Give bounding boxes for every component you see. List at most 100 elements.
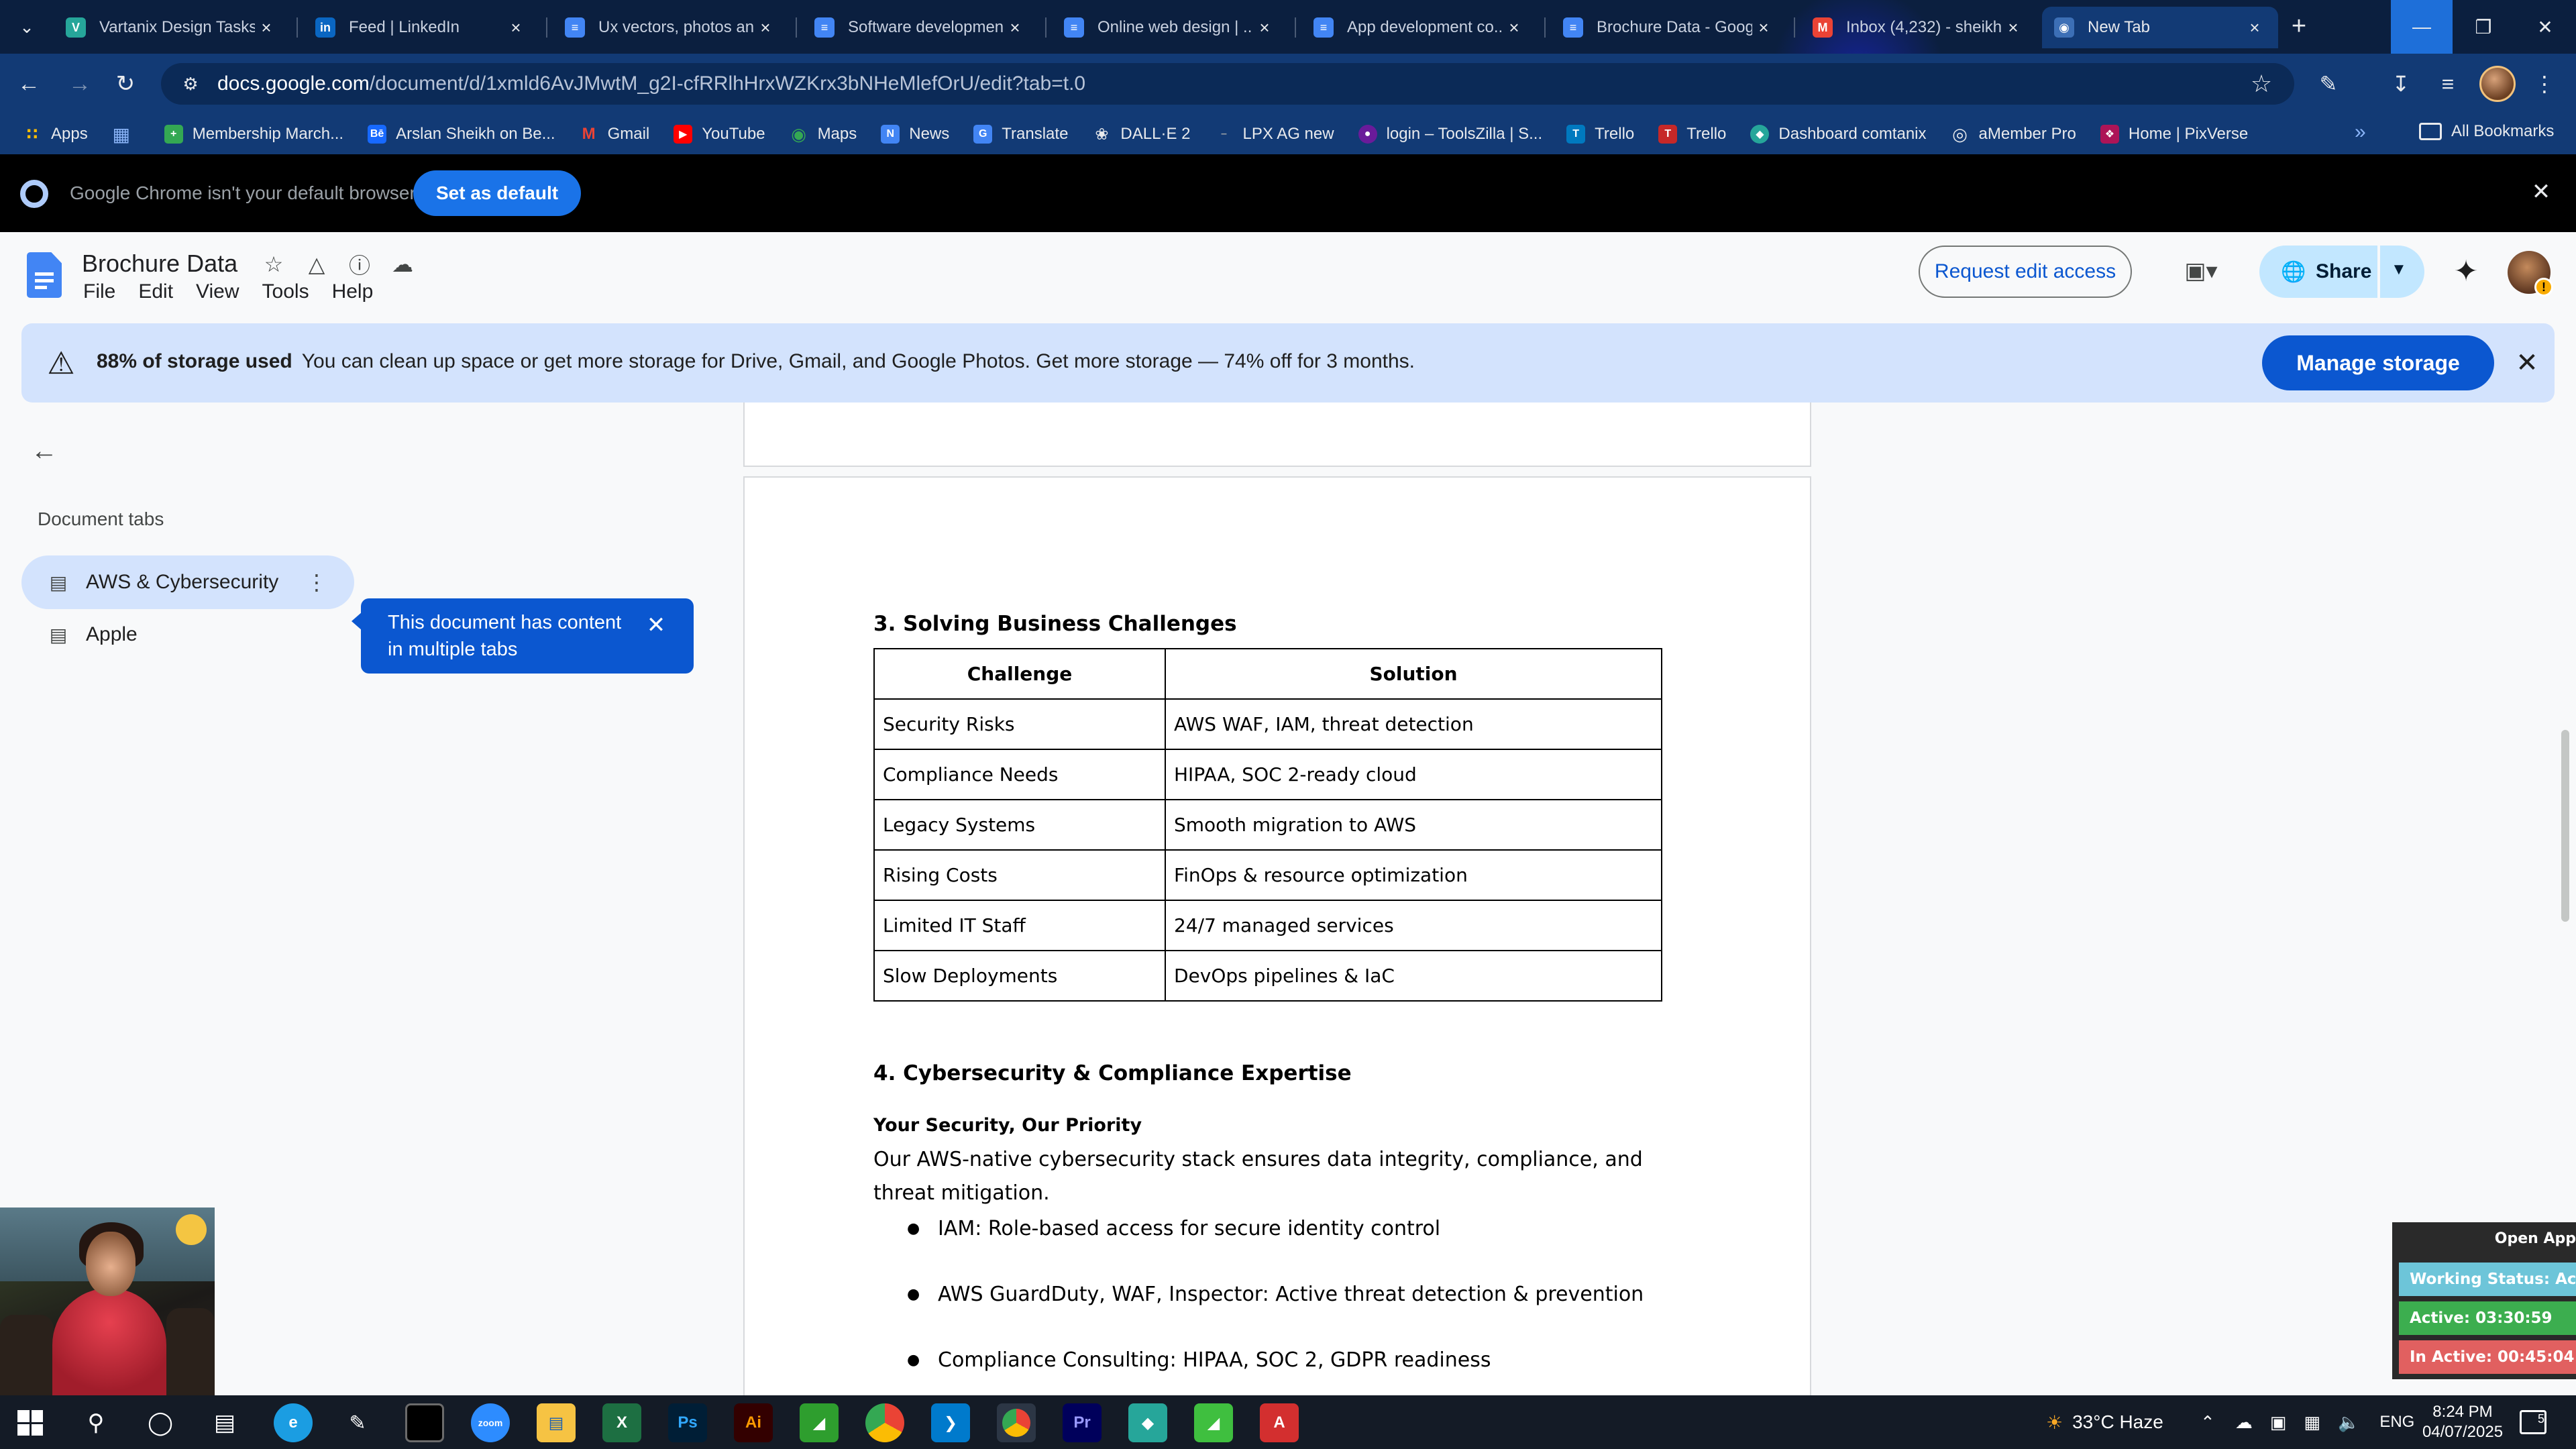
green-app-2-icon[interactable]: ◢: [1194, 1403, 1233, 1442]
camera-icon[interactable]: ▣: [2270, 1412, 2287, 1433]
browser-tab-brochure-data[interactable]: ≡ Brochure Data - Google Docs ×: [1551, 7, 1787, 48]
star-icon[interactable]: ☆: [259, 250, 288, 279]
tooltip-close-icon[interactable]: ✕: [643, 612, 669, 639]
close-tab-icon[interactable]: ×: [1503, 17, 1525, 38]
downloads-icon[interactable]: ↧: [2384, 67, 2418, 101]
chrome-active-icon[interactable]: [997, 1403, 1036, 1442]
move-to-drive-icon[interactable]: △: [302, 250, 331, 279]
share-button[interactable]: 🌐 Share ▼: [2259, 246, 2424, 298]
new-tab-plus-icon[interactable]: +: [2282, 9, 2316, 43]
all-bookmarks-folder[interactable]: All Bookmarks: [2419, 122, 2554, 141]
close-tab-icon[interactable]: ×: [754, 17, 777, 38]
browser-tab-new-tab[interactable]: ◉ New Tab ×: [2042, 7, 2278, 48]
bookmark-lpx[interactable]: – LPX AG new: [1214, 125, 1334, 144]
file-explorer-icon[interactable]: ▤: [537, 1403, 576, 1442]
bookmark-trello[interactable]: T Trello: [1566, 125, 1634, 144]
google-docs-logo-icon[interactable]: [27, 252, 62, 298]
cortana-icon[interactable]: ◯: [141, 1403, 180, 1442]
edge-icon[interactable]: e: [274, 1403, 313, 1442]
menu-edit[interactable]: Edit: [138, 280, 173, 303]
show-hidden-icons-chevron-icon[interactable]: ⌃: [2200, 1412, 2215, 1433]
bookmark-translate[interactable]: G Translate: [973, 125, 1068, 144]
bookmark-star-icon[interactable]: ☆: [2247, 70, 2275, 98]
extensions-puzzle-icon[interactable]: ✎: [2312, 67, 2345, 101]
document-title[interactable]: Brochure Data: [82, 250, 237, 278]
volume-icon[interactable]: 🔈: [2338, 1412, 2359, 1433]
close-tab-icon[interactable]: ×: [2002, 17, 2025, 38]
bookmark-amember[interactable]: ◎ aMember Pro: [1951, 124, 2076, 144]
browser-tab-online-web-design[interactable]: ≡ Online web design | ... ×: [1052, 7, 1288, 48]
close-tab-icon[interactable]: ×: [1253, 17, 1276, 38]
address-bar[interactable]: ⚙ docs.google.com/document/d/1xmld6AvJMw…: [161, 63, 2294, 105]
document-tab-apple[interactable]: ▤ Apple: [21, 608, 223, 661]
terminal-icon[interactable]: [405, 1403, 444, 1442]
menu-help[interactable]: Help: [332, 280, 374, 303]
open-app-button[interactable]: Open App: [2392, 1222, 2576, 1256]
browser-tab-gmail-inbox[interactable]: M Inbox (4,232) - sheikh ×: [1801, 7, 2037, 48]
weather-widget[interactable]: ☀ 33°C Haze: [2046, 1395, 2163, 1449]
network-icon[interactable]: ▦: [2304, 1412, 2320, 1433]
menu-view[interactable]: View: [196, 280, 239, 303]
close-tab-icon[interactable]: ×: [255, 17, 278, 38]
chrome-menu-kebab-icon[interactable]: ⋮: [2528, 67, 2561, 101]
vscode-icon[interactable]: ❯: [931, 1403, 970, 1442]
photoshop-icon[interactable]: Ps: [668, 1403, 707, 1442]
bookmark-pixverse[interactable]: ❖ Home | PixVerse: [2100, 125, 2248, 144]
task-view-icon[interactable]: ▤: [205, 1403, 244, 1442]
close-tab-icon[interactable]: ×: [2243, 17, 2266, 38]
window-restore-button[interactable]: ❐: [2453, 0, 2514, 54]
notification-center-icon[interactable]: 5: [2520, 1410, 2546, 1434]
close-tabs-panel-arrow-icon[interactable]: ←: [27, 433, 62, 468]
document-info-icon[interactable]: ⓘ: [345, 250, 374, 279]
taskbar-clock[interactable]: 8:24 PM 04/07/2025: [2412, 1402, 2513, 1442]
cloud-saved-icon[interactable]: ☁: [388, 250, 417, 279]
tab-search-chevron-icon[interactable]: ⌄: [15, 15, 39, 39]
acrobat-icon[interactable]: A: [1260, 1403, 1299, 1442]
windows-start-icon[interactable]: [17, 1410, 43, 1436]
chrome-profile-avatar[interactable]: [2479, 66, 2516, 102]
bookmark-trello-2[interactable]: T Trello: [1658, 125, 1726, 144]
reload-icon[interactable]: ↻: [110, 68, 141, 99]
user-avatar[interactable]: !: [2508, 251, 2553, 297]
illustrator-icon[interactable]: Ai: [734, 1403, 773, 1442]
window-close-button[interactable]: ✕: [2514, 0, 2576, 54]
bookmark-maps[interactable]: ◉ Maps: [790, 124, 857, 144]
close-tab-icon[interactable]: ×: [1752, 17, 1775, 38]
bookmark-youtube[interactable]: ▶ YouTube: [674, 125, 765, 144]
banner-close-icon[interactable]: ✕: [2512, 347, 2542, 378]
bookmark-news[interactable]: N News: [881, 125, 949, 144]
share-dropdown-caret-icon[interactable]: ▼: [2391, 260, 2407, 279]
close-tab-icon[interactable]: ×: [504, 17, 527, 38]
pen-tool-icon[interactable]: ✎: [338, 1403, 377, 1442]
browser-tab-vartanix[interactable]: V Vartanix Design Tasks ×: [54, 7, 290, 48]
forward-arrow-icon[interactable]: →: [64, 68, 95, 99]
gemini-sparkle-icon[interactable]: ✦: [2446, 251, 2486, 291]
browser-tab-software-development[interactable]: ≡ Software development ×: [802, 7, 1038, 48]
window-minimize-button[interactable]: —: [2391, 0, 2453, 54]
request-edit-access-button[interactable]: Request edit access: [1919, 246, 2132, 298]
webcam-video-overlay[interactable]: [0, 1208, 215, 1395]
menu-tools[interactable]: Tools: [262, 280, 309, 303]
menu-file[interactable]: File: [83, 280, 115, 303]
bookmark-grid[interactable]: ▦: [112, 124, 140, 145]
site-info-tune-icon[interactable]: ⚙: [177, 70, 204, 97]
premiere-icon[interactable]: Pr: [1063, 1403, 1102, 1442]
url-text[interactable]: docs.google.com/document/d/1xmld6AvJMwtM…: [217, 72, 1085, 95]
chrome-icon[interactable]: [865, 1403, 904, 1442]
set-as-default-button[interactable]: Set as default: [413, 170, 582, 216]
media-controls-icon[interactable]: ≡: [2431, 67, 2465, 101]
manage-storage-button[interactable]: Manage storage: [2262, 335, 2494, 390]
onedrive-icon[interactable]: ☁: [2235, 1412, 2253, 1433]
back-arrow-icon[interactable]: ←: [13, 68, 44, 99]
system-tray-icons[interactable]: ⌃ ☁ ▣ ▦ 🔈 ENG: [2200, 1395, 2414, 1449]
close-tab-icon[interactable]: ×: [1004, 17, 1026, 38]
bookmark-dashboard-comtanix[interactable]: ◆ Dashboard comtanix: [1750, 125, 1927, 144]
bookmark-behance[interactable]: Bē Arslan Sheikh on Be...: [368, 125, 555, 144]
infobar-close-icon[interactable]: ✕: [2526, 177, 2556, 207]
bookmark-toolszilla[interactable]: ● login – ToolsZilla | S...: [1358, 125, 1542, 144]
green-app-icon[interactable]: ◢: [800, 1403, 839, 1442]
excel-icon[interactable]: X: [602, 1403, 641, 1442]
browser-tab-ux-vectors[interactable]: ≡ Ux vectors, photos and PSD ×: [553, 7, 789, 48]
tab-options-kebab-icon[interactable]: ⋮: [303, 569, 330, 596]
vertical-scrollbar-thumb[interactable]: [2561, 730, 2569, 922]
